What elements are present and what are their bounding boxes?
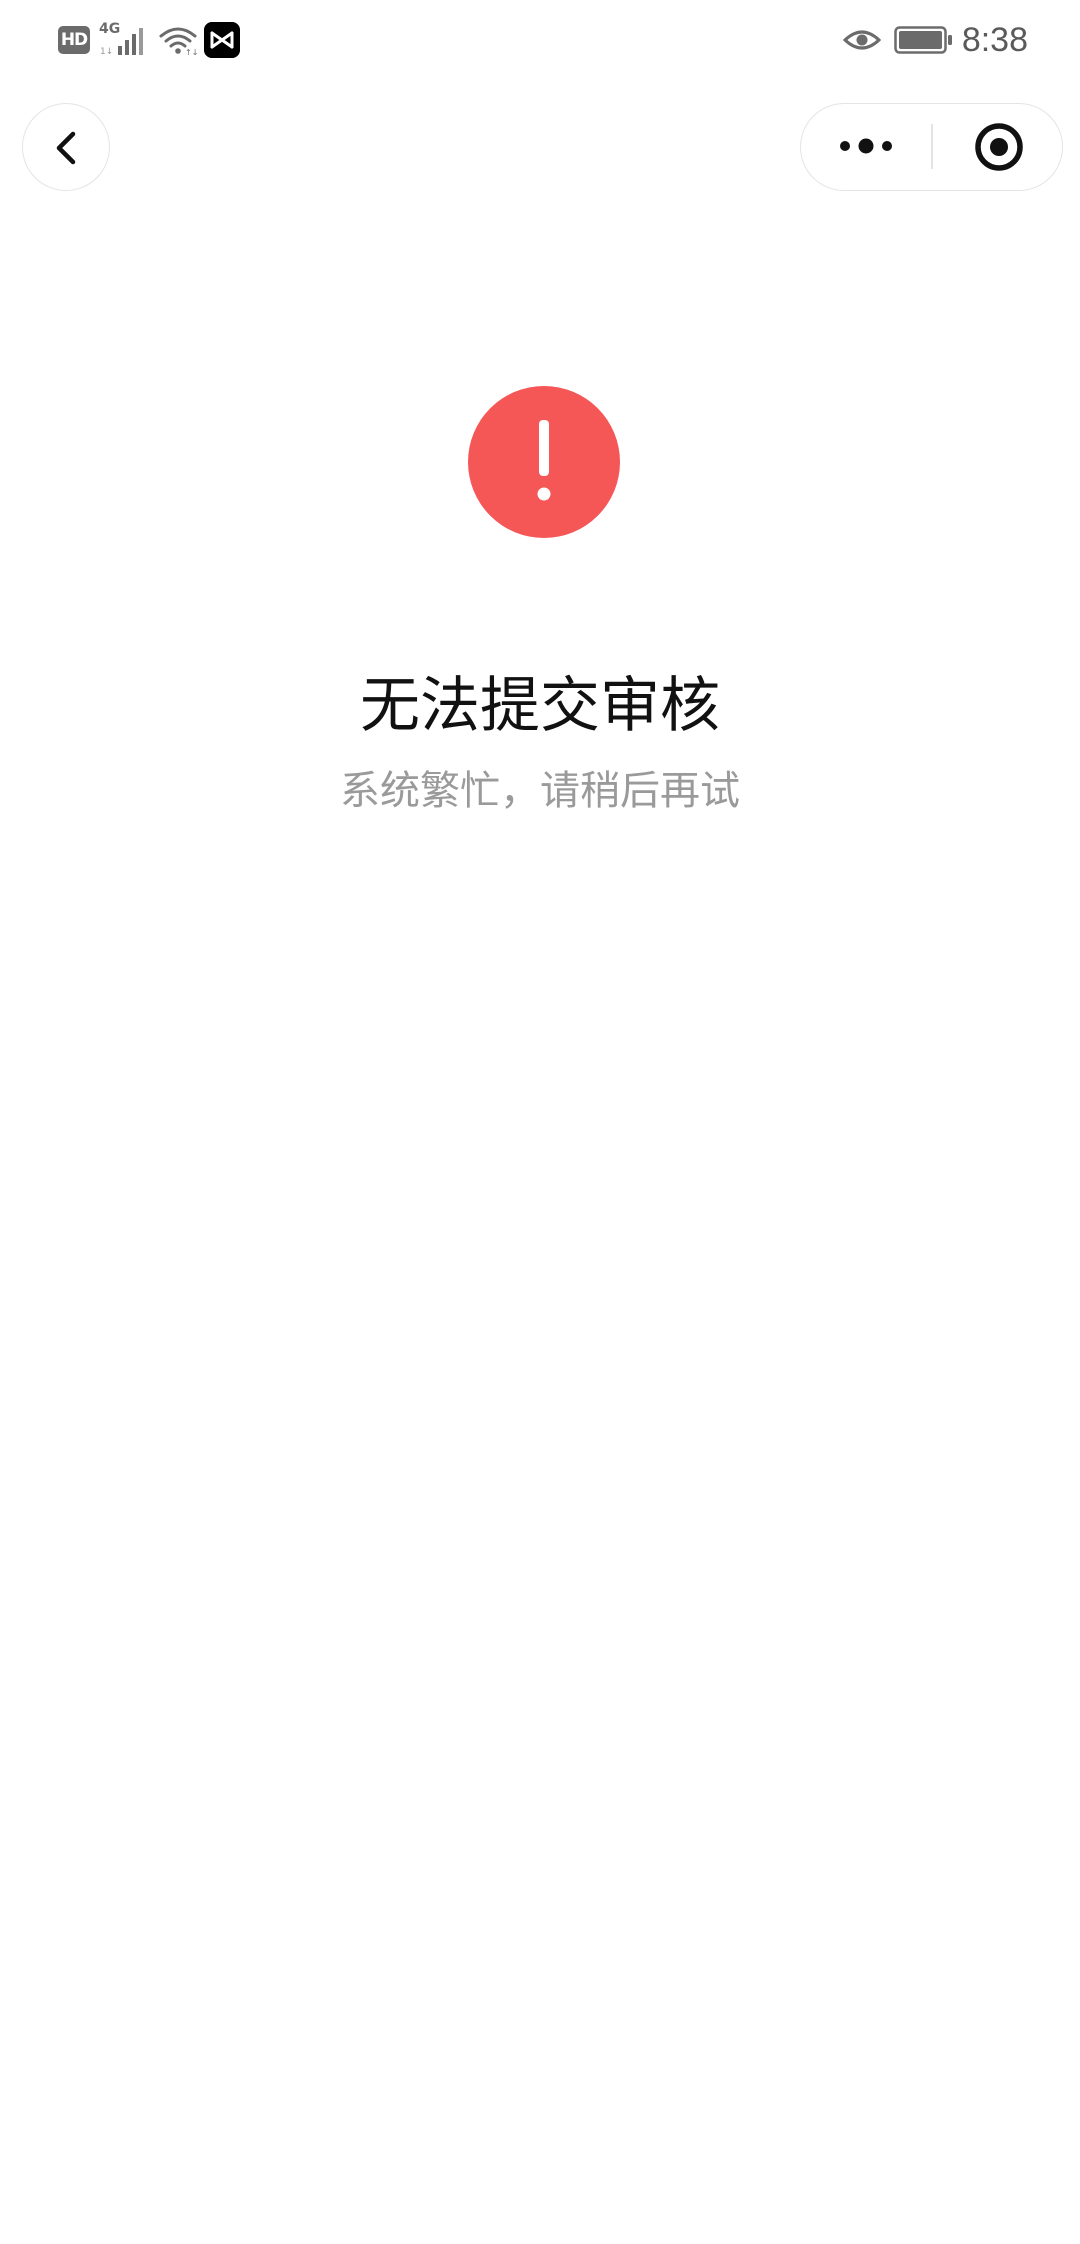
app-icon	[204, 22, 240, 58]
more-dots-icon	[840, 138, 892, 154]
exclamation-circle-icon	[468, 386, 620, 538]
capsule-menu	[800, 103, 1063, 191]
target-circle-icon	[975, 123, 1023, 171]
close-miniprogram-button[interactable]	[933, 104, 1061, 189]
wifi-icon: ↑↓	[159, 27, 198, 56]
error-icon-wrapper	[468, 386, 620, 538]
signal-icon: 1↓	[100, 28, 143, 56]
more-button[interactable]	[801, 104, 931, 189]
eye-icon	[843, 30, 881, 50]
error-subtitle: 系统繁忙，请稍后再试	[340, 768, 740, 814]
svg-text:1↓: 1↓	[100, 47, 113, 56]
status-time: 8:38	[961, 21, 1028, 59]
status-bar: HD 4G 1↓ ↑↓ 8:38	[0, 0, 1080, 80]
back-button[interactable]	[22, 103, 110, 191]
chevron-left-icon	[56, 131, 76, 165]
svg-text:↑↓: ↑↓	[185, 48, 198, 56]
battery-icon	[894, 26, 952, 54]
error-title: 无法提交审核	[360, 671, 720, 741]
hd-icon: HD	[58, 26, 90, 54]
